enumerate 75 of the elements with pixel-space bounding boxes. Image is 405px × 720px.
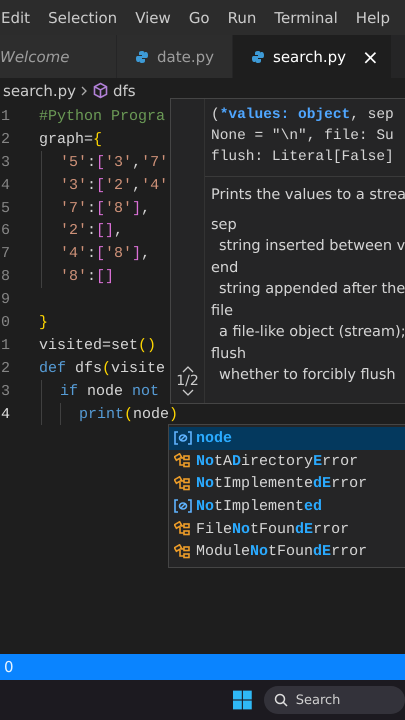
menu-item[interactable]: Run (228, 8, 256, 26)
breadcrumb-symbol[interactable]: dfs (113, 82, 136, 100)
search-icon (274, 693, 288, 707)
chevron-up-icon[interactable] (182, 365, 194, 373)
variable-icon (174, 431, 192, 446)
chevron-down-icon[interactable] (182, 389, 194, 397)
line-number: 5 (0, 200, 12, 216)
code-line: if node not (60, 382, 160, 400)
code-line: def dfs(visite (39, 360, 166, 377)
code-line: visited=set() (39, 336, 156, 354)
line-number: 3 (0, 154, 12, 171)
param-name: file (211, 302, 234, 320)
menu-item[interactable]: Selection (48, 8, 118, 26)
menu-item[interactable]: Terminal (274, 8, 338, 26)
code-line: #Python Progra (39, 108, 166, 125)
suggestion-item[interactable]: NotImplemented (169, 495, 405, 518)
param-name: end (211, 258, 240, 278)
code-line: '3':['2','4' (60, 176, 168, 194)
suggestion-item[interactable]: ModuleNotFoundError (169, 540, 405, 564)
suggestion-item[interactable]: NotADirectoryError (169, 450, 405, 472)
line-number: 2 (0, 360, 12, 377)
python-file-icon (251, 50, 265, 64)
line-number: 9 (0, 291, 12, 308)
menu-item[interactable]: Go (188, 8, 210, 26)
code-line: '7':['8'], (60, 200, 150, 216)
line-number: 7 (0, 245, 12, 262)
class-icon (174, 544, 192, 560)
code-line: '5':['3','7' (60, 154, 168, 171)
line-number: 1 (0, 336, 12, 354)
breadcrumb-file[interactable]: search.py (3, 82, 76, 100)
editor-tab[interactable]: search.py × (233, 35, 392, 78)
line-number: 0 (0, 314, 12, 331)
code-line: print(node) (79, 406, 178, 423)
code-line: '2':[], (60, 222, 124, 240)
variable-icon (174, 499, 192, 514)
python-file-icon (135, 50, 149, 64)
editor-tab[interactable]: date.py (117, 35, 233, 78)
code-line: } (39, 314, 48, 331)
menu-item[interactable]: Help (356, 8, 390, 26)
signature-line: None = "\n", file: Su (211, 127, 395, 146)
editor-tab[interactable]: Welcome (0, 35, 117, 78)
code-line: '4':['8'], (60, 245, 150, 262)
signature-line: flush: Literal[False] (211, 148, 395, 167)
param-description: a file-like object (stream); (218, 323, 405, 342)
line-number: 2 (0, 130, 12, 148)
suggestion-item[interactable]: FileNotFoundError (169, 518, 405, 540)
menu-item[interactable]: View (135, 8, 171, 26)
doc-summary: Prints the values to a strea (211, 186, 405, 205)
menu-item[interactable]: Edit (1, 8, 30, 26)
param-description: whether to forcibly flush (218, 366, 397, 385)
cube-icon (92, 82, 109, 99)
line-number: 4 (0, 406, 12, 423)
windows-logo-icon[interactable] (233, 690, 252, 710)
class-icon (174, 521, 192, 538)
suggestion-item[interactable]: NotImplementedError (169, 472, 405, 496)
signature-line: (*values: object, sep (211, 106, 395, 125)
line-number: 6 (0, 222, 12, 240)
close-icon[interactable]: × (362, 44, 379, 68)
param-description: string inserted between v (218, 237, 405, 256)
class-icon (174, 453, 192, 470)
line-number: 8 (0, 268, 12, 286)
chevron-right-icon (80, 84, 88, 96)
class-icon (174, 476, 192, 492)
line-number: 3 (0, 382, 12, 400)
taskbar-search-field[interactable]: Search (264, 686, 405, 714)
code-line: '8':[] (60, 268, 114, 286)
overload-counter: 1/2 (176, 373, 199, 389)
param-name: sep (211, 216, 238, 234)
status-text: 0 (4, 658, 14, 676)
line-number: 1 (0, 108, 12, 125)
suggestion-item[interactable]: node (169, 427, 405, 450)
line-number: 4 (0, 176, 12, 194)
param-name: flush (211, 344, 248, 364)
param-description: string appended after the (218, 280, 405, 299)
code-line: graph={ (39, 130, 102, 148)
